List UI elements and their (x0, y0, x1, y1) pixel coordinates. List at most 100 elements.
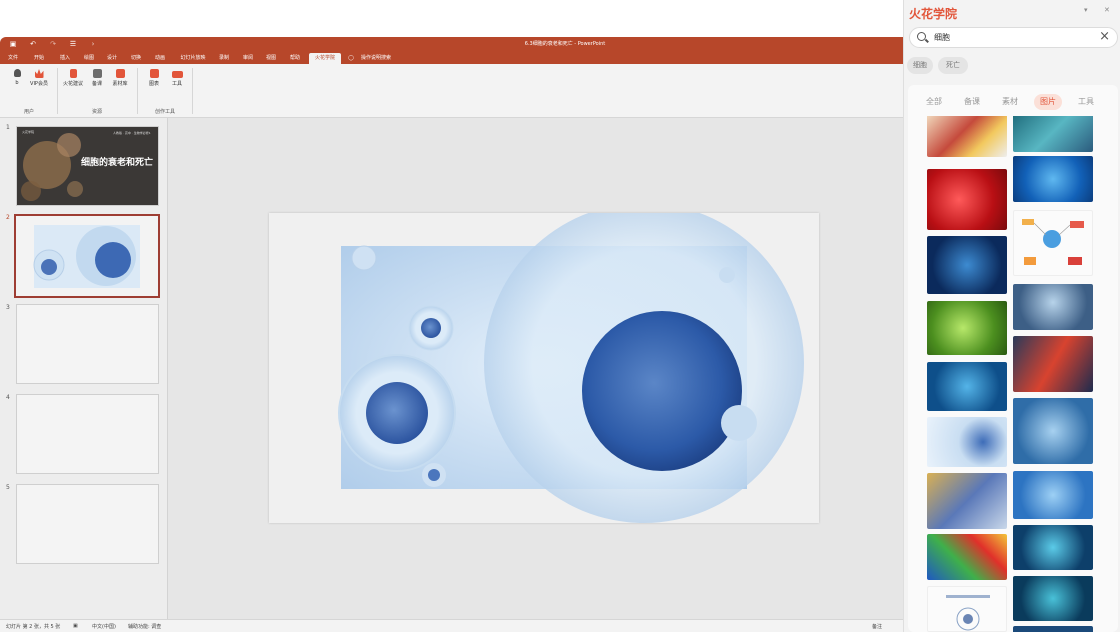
tab-file[interactable]: 文件 (4, 53, 22, 64)
title-bar: ▣ ↶ ↷ ☰ › 6.3细胞的衰老和死亡 - PowerPoint (0, 37, 903, 51)
slide-thumbnail-1[interactable]: 火花学院 人教版 · 高中 · 生物学必修1 细胞的衰老和死亡 (16, 126, 159, 206)
user-label: b (15, 80, 19, 86)
spellcheck-icon[interactable]: ▣ (73, 623, 78, 629)
chart-icon (149, 69, 159, 78)
tab-animations[interactable]: 动画 (151, 53, 169, 64)
panel-tab-tools[interactable]: 工具 (1072, 94, 1100, 110)
panel-tab-all[interactable]: 全部 (920, 94, 948, 110)
tools-label: 工具 (171, 81, 182, 87)
save-icon[interactable]: ▣ (8, 39, 18, 49)
result-image[interactable] (927, 169, 1007, 230)
suggestion-button[interactable]: 火花建议 (61, 69, 85, 99)
clear-search-icon[interactable]: × (1099, 29, 1110, 44)
panel-tab-lesson[interactable]: 备课 (958, 94, 986, 110)
lesson-prep-label: 备课 (91, 81, 102, 87)
language-status[interactable]: 中文(中国) (92, 623, 116, 630)
tab-huohua[interactable]: 火花学院 (309, 53, 341, 64)
result-image[interactable] (1013, 156, 1093, 202)
result-image[interactable] (1013, 116, 1093, 152)
toolbox-icon (171, 71, 183, 78)
slide-count-status: 幻灯片 第 2 张，共 5 张 (6, 624, 61, 630)
result-image[interactable] (1013, 471, 1093, 519)
tell-me-search[interactable]: 操作说明搜索 (358, 53, 394, 64)
chart-label: 图表 (148, 81, 159, 87)
group-separator (192, 68, 193, 114)
vip-label: VIP会员 (30, 81, 48, 87)
library-button[interactable]: 素材库 (108, 69, 132, 99)
tab-insert[interactable]: 插入 (56, 53, 74, 64)
group-creation-tools: 创作工具 (154, 109, 175, 115)
tools-button[interactable]: 工具 (165, 69, 189, 99)
history-chip-cell[interactable]: 细胞 (907, 57, 933, 74)
image-results-grid (908, 116, 1118, 632)
tab-slideshow[interactable]: 幻灯片放映 (177, 53, 209, 64)
accessibility-status[interactable]: 辅助功能: 调查 (128, 623, 161, 630)
library-label: 素材库 (112, 81, 128, 87)
panel-tab-material[interactable]: 素材 (996, 94, 1024, 110)
result-image[interactable] (927, 586, 1007, 632)
result-image[interactable] (927, 116, 1007, 157)
redo-icon[interactable]: ↷ (48, 39, 58, 49)
tab-help[interactable]: 帮助 (286, 53, 304, 64)
library-icon (115, 69, 125, 78)
search-box[interactable]: 细胞 × (909, 27, 1118, 48)
slide-thumbnail-3[interactable] (16, 304, 159, 384)
history-chip-death[interactable]: 死亡 (938, 57, 968, 74)
result-image[interactable] (927, 236, 1007, 294)
crown-icon (34, 69, 44, 78)
group-separator (137, 68, 138, 114)
tab-transitions[interactable]: 切换 (127, 53, 145, 64)
slide-thumbnail-pane: 1 火花学院 人教版 · 高中 · 生物学必修1 细胞的衰老和死亡 2 3 4 … (0, 118, 168, 619)
slide1-header: 人教版 · 高中 · 生物学必修1 (113, 131, 151, 135)
slide1-title: 细胞的衰老和死亡 (81, 158, 154, 168)
cell-diagram-image (1022, 219, 1084, 265)
result-image[interactable] (1013, 525, 1093, 570)
search-input[interactable]: 细胞 (934, 32, 950, 43)
presenter-icon[interactable]: ☰ (68, 39, 78, 49)
result-image[interactable] (1013, 576, 1093, 621)
cell-cycle-diagram-image (946, 595, 990, 631)
current-slide[interactable] (269, 213, 819, 523)
panel-title: 火花学院 (909, 7, 958, 21)
slide-thumbnail-5[interactable] (16, 484, 159, 564)
slide1-brand: 火花学院 (22, 130, 35, 134)
result-image[interactable] (1013, 284, 1093, 330)
result-image[interactable] (927, 417, 1007, 467)
slide-number: 5 (6, 484, 10, 491)
ribbon-tab-bar: 文件 开始 插入 绘图 设计 切换 动画 幻灯片放映 录制 审阅 视图 帮助 火… (0, 51, 903, 64)
result-image[interactable] (1013, 210, 1093, 276)
slide-thumbnail-2[interactable] (14, 214, 160, 298)
slide-thumbnail-4[interactable] (16, 394, 159, 474)
tab-review[interactable]: 审阅 (239, 53, 257, 64)
tab-design[interactable]: 设计 (103, 53, 121, 64)
user-button[interactable]: b (5, 69, 29, 99)
tab-view[interactable]: 视图 (262, 53, 280, 64)
result-image[interactable] (927, 473, 1007, 529)
tab-draw[interactable]: 绘图 (80, 53, 98, 64)
result-image[interactable] (1013, 398, 1093, 464)
cell-illustration-image[interactable] (269, 213, 819, 523)
chart-button[interactable]: 图表 (142, 69, 166, 99)
status-bar: 幻灯片 第 2 张，共 5 张 ▣ 中文(中国) 辅助功能: 调查 备注 (0, 619, 903, 632)
notes-button[interactable]: 备注 (872, 623, 882, 630)
result-image[interactable] (927, 534, 1007, 580)
suggestion-label: 火花建议 (62, 81, 83, 87)
huohua-side-panel: 火花学院 ▾ ✕ 细胞 × 细胞 死亡 全部 备课 素材 图片 工具 (903, 0, 1120, 632)
vip-button[interactable]: VIP会员 (27, 69, 51, 99)
result-image[interactable] (1013, 626, 1093, 632)
customize-toolbar-icon[interactable]: › (88, 39, 98, 49)
tab-home[interactable]: 开始 (30, 53, 48, 64)
search-icon (917, 32, 926, 41)
panel-close-icon[interactable]: ✕ (1104, 6, 1110, 14)
lightbulb-icon: ◯ (348, 55, 354, 61)
panel-menu-icon[interactable]: ▾ (1084, 6, 1088, 14)
bulb-icon (69, 69, 77, 78)
lesson-prep-button[interactable]: 备课 (85, 69, 109, 99)
result-image[interactable] (927, 301, 1007, 355)
panel-tab-images[interactable]: 图片 (1034, 94, 1062, 110)
result-image[interactable] (1013, 336, 1093, 392)
user-icon (13, 69, 21, 77)
result-image[interactable] (927, 362, 1007, 411)
undo-icon[interactable]: ↶ (28, 39, 38, 49)
tab-record[interactable]: 录制 (215, 53, 233, 64)
